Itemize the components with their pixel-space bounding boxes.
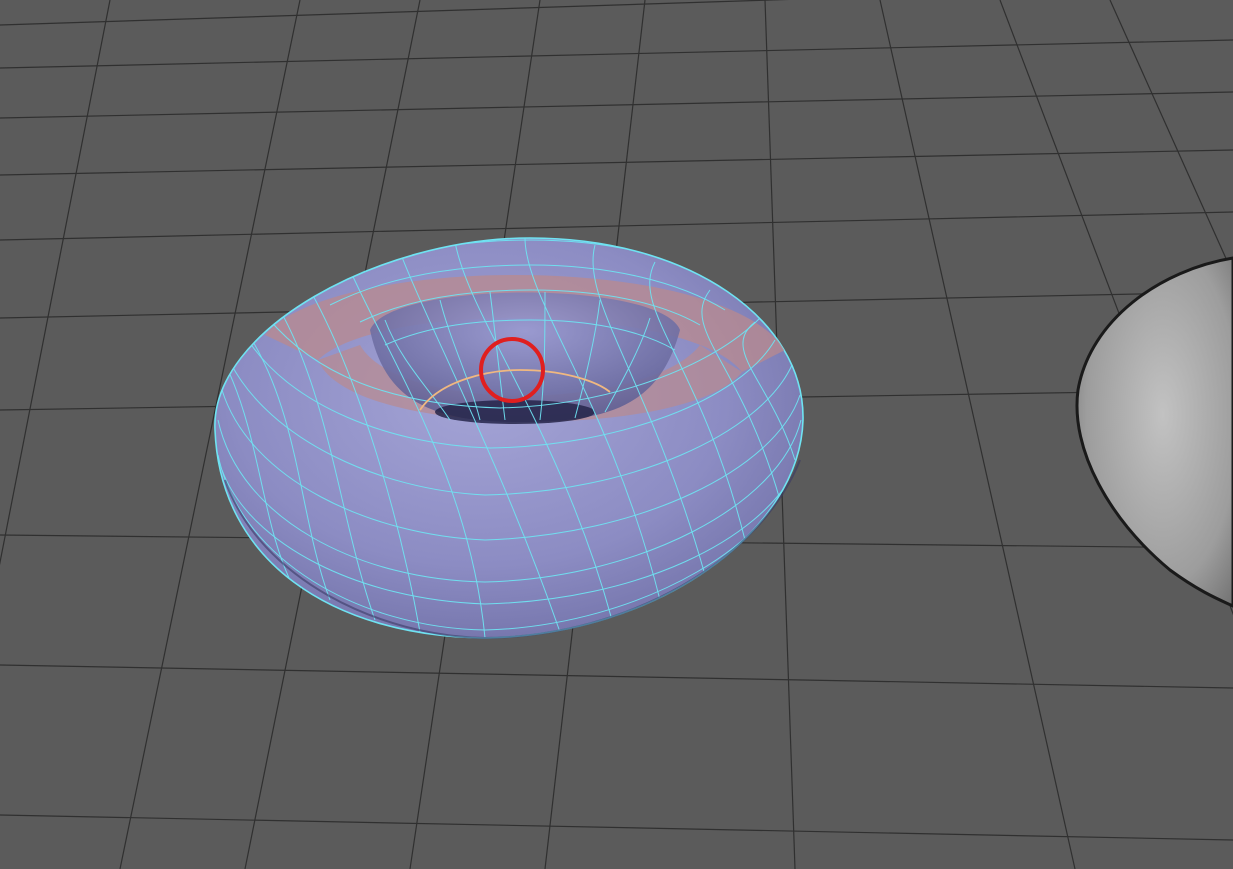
grey-mesh-object[interactable] — [1075, 256, 1233, 608]
viewport-canvas[interactable] — [0, 0, 1233, 869]
3d-viewport[interactable] — [0, 0, 1233, 869]
torus-mesh[interactable] — [214, 237, 804, 640]
